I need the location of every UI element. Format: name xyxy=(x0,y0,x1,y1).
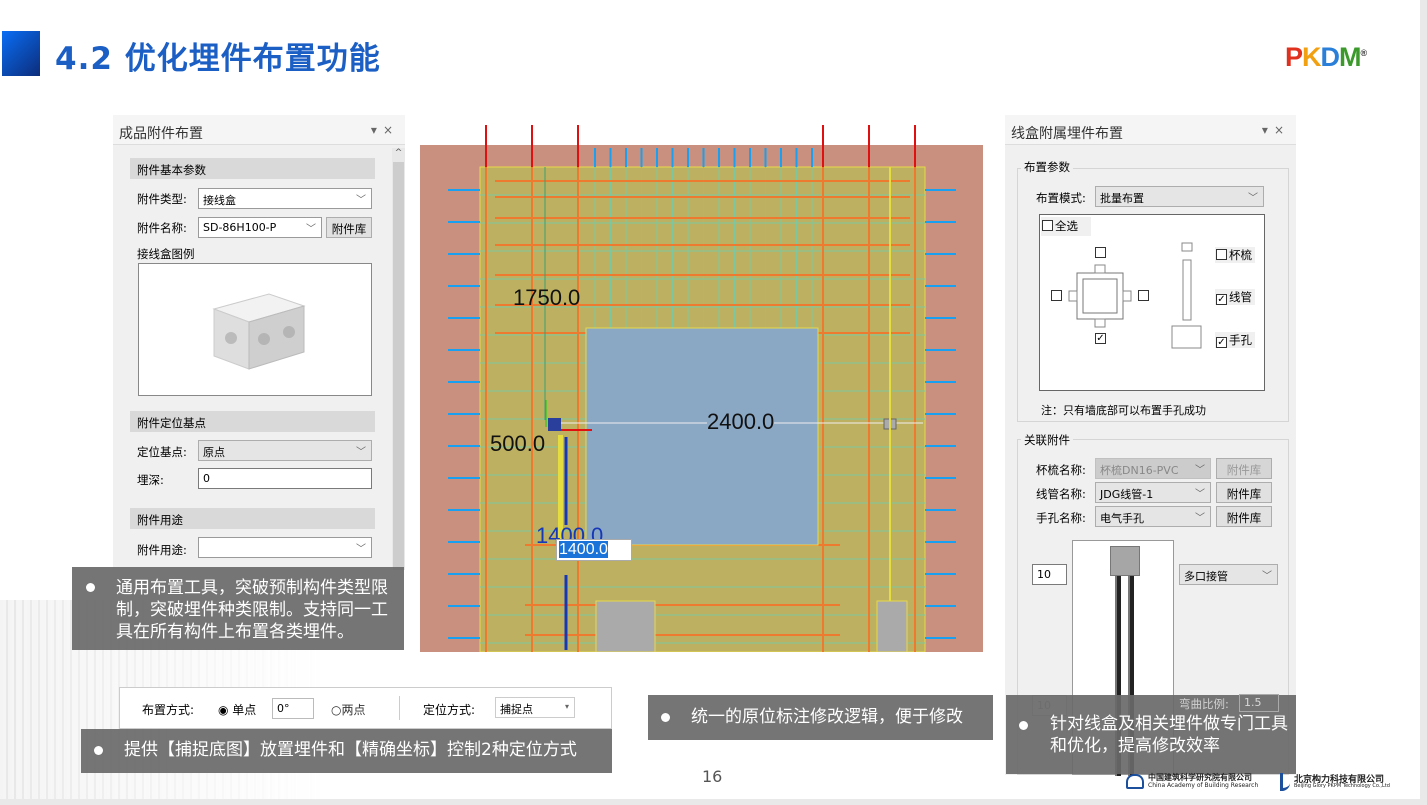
preview-label: 接线盒图例 xyxy=(137,247,195,261)
chevron-down-icon: ﹀ xyxy=(356,447,366,458)
chevron-down-icon: ﹀ xyxy=(306,224,316,235)
chevron-down-icon: ﹀ xyxy=(356,544,366,555)
callout-left: 通用布置工具，突破预制构件类型限制，突破埋件种类限制。支持同一工具在所有构件上布… xyxy=(72,567,404,650)
base-point-label: 定位基点: xyxy=(137,445,187,459)
locate-mode-select[interactable]: 捕捉点 ▾ xyxy=(495,697,575,718)
depth-input[interactable]: 0 xyxy=(198,468,372,489)
dim-left-label[interactable]: 500.0 xyxy=(490,431,545,457)
junction-box-preview xyxy=(138,263,372,396)
pkpm-logo: PKDM® xyxy=(1285,42,1367,72)
cabr-logo-icon xyxy=(1126,774,1144,789)
group-related-label: 关联附件 xyxy=(1021,432,1073,448)
side-check-left[interactable] xyxy=(1051,290,1062,301)
hand-hole xyxy=(876,600,908,653)
callout-bottom-left: 提供【捕捉底图】放置埋件和【精确坐标】控制2种定位方式 xyxy=(81,729,612,773)
right-panel-box-attachments: 线盒附属埋件布置 ▾× 布置参数 布置模式: 批量布置 ﹀ 全选 ✓ 杯梳 ✓ 线管… xyxy=(1005,115,1296,776)
panel-header: 线盒附属埋件布置 ▾× xyxy=(1005,115,1296,145)
dim-horizontal-label[interactable]: 2400.0 xyxy=(707,409,775,435)
placement-diagram: 全选 ✓ 杯梳 ✓ 线管 ✓ 手孔 xyxy=(1039,214,1265,391)
junction-box-marker xyxy=(548,418,561,431)
side-check-right[interactable] xyxy=(1138,290,1149,301)
cad-viewport[interactable]: 1750.0 2400.0 500.0 1400.0 1400.0 xyxy=(420,115,983,653)
checkbox-checked-icon: ✓ xyxy=(1216,294,1227,305)
slide: 4.2 优化埋件布置功能 PKDM® 成品附件布置 ▾× ^ 附件基本参数 附件… xyxy=(0,0,1420,799)
two-point-radio[interactable]: ○两点 xyxy=(331,701,366,718)
single-point-radio[interactable]: ◉ 单点 xyxy=(218,701,256,718)
layout-toolbar: 布置方式: ◉ 单点 0° ○两点 定位方式: 捕捉点 ▾ xyxy=(119,687,612,729)
page-title: 4.2 优化埋件布置功能 xyxy=(55,41,381,77)
callout-center: 统一的原位标注修改逻辑，便于修改 xyxy=(648,695,993,740)
depth-label: 埋深: xyxy=(137,473,164,487)
pipe-mode-select[interactable]: 多口接管 ﹀ xyxy=(1179,564,1278,585)
bend-input[interactable]: 1.5 xyxy=(1239,694,1279,712)
toolbar-divider xyxy=(399,696,400,720)
panel-menu-icon[interactable]: ▾ xyxy=(1262,123,1274,137)
pipe-label: 线管名称: xyxy=(1036,487,1086,501)
chevron-down-icon: ﹀ xyxy=(356,195,366,206)
type-label: 附件类型: xyxy=(137,192,187,206)
layout-mode-label: 布置方式: xyxy=(142,703,195,717)
title-accent-square xyxy=(2,31,40,76)
note-text: 注：只有墙底部可以布置手孔成功 xyxy=(1041,404,1206,417)
panel-title: 线盒附属埋件布置 xyxy=(1011,126,1123,142)
bend-label: 弯曲比例: xyxy=(1179,697,1229,711)
page-number: 16 xyxy=(702,767,723,786)
name-select[interactable]: SD-86H100-P ﹀ xyxy=(198,217,322,238)
base-point-select[interactable]: 原点 ﹀ xyxy=(198,440,372,461)
chevron-down-icon: ﹀ xyxy=(1248,193,1258,204)
window-opening xyxy=(585,327,819,546)
hole-select[interactable]: 电气手孔 ﹀ xyxy=(1095,506,1211,527)
usage-select[interactable]: ﹀ xyxy=(198,537,372,558)
dim-vertical-label[interactable]: 1750.0 xyxy=(513,285,580,311)
side-check-bottom[interactable]: ✓ xyxy=(1095,333,1106,344)
scrollbar[interactable]: ^ xyxy=(392,148,405,570)
side-check-top[interactable] xyxy=(1095,247,1106,258)
cad-drawing[interactable] xyxy=(420,115,983,653)
panel-header: 成品附件布置 ▾× xyxy=(113,115,405,145)
junction-box-image xyxy=(212,293,306,370)
locate-mode-label: 定位方式: xyxy=(423,703,476,717)
checkbox-checked-icon: ✓ xyxy=(1216,337,1227,348)
option-hole[interactable]: ✓ 手孔 xyxy=(1215,332,1255,348)
pipe-select[interactable]: JDG线管-1 ﹀ xyxy=(1095,482,1211,503)
offset-input[interactable]: 10 xyxy=(1032,564,1067,585)
name-label: 附件名称: xyxy=(137,221,187,235)
panel-title: 成品附件布置 xyxy=(119,126,203,142)
hole-label: 手孔名称: xyxy=(1036,511,1086,525)
panel-menu-icon[interactable]: ▾ xyxy=(371,123,383,137)
angle-input[interactable]: 0° xyxy=(272,698,314,719)
comb-library-button[interactable]: 附件库 xyxy=(1216,458,1272,479)
pipe-library-button[interactable]: 附件库 xyxy=(1216,482,1272,503)
section-usage: 附件用途 xyxy=(130,508,375,529)
hole-library-button[interactable]: 附件库 xyxy=(1216,506,1272,527)
dim-edit-input[interactable]: 1400.0 xyxy=(556,539,632,561)
dropdown-arrow-icon: ▾ xyxy=(564,702,569,711)
close-icon[interactable]: × xyxy=(1274,123,1290,137)
close-icon[interactable]: × xyxy=(383,123,399,137)
left-panel-attachment-layout: 成品附件布置 ▾× ^ 附件基本参数 附件类型: 接线盒 ﹀ 附件名称: SD-8… xyxy=(113,115,405,570)
mode-label: 布置模式: xyxy=(1036,191,1086,205)
section-basic-params: 附件基本参数 xyxy=(130,158,375,179)
section-base-point: 附件定位基点 xyxy=(130,411,375,432)
group-layout-label: 布置参数 xyxy=(1021,159,1073,175)
comb-select[interactable]: 杯梳DN16-PVC ﹀ xyxy=(1095,458,1211,479)
hand-hole xyxy=(595,600,656,653)
library-button[interactable]: 附件库 xyxy=(326,217,372,238)
comb-label: 杯梳名称: xyxy=(1036,463,1086,477)
checkbox-icon xyxy=(1216,249,1227,260)
usage-label: 附件用途: xyxy=(137,543,187,557)
type-select[interactable]: 接线盒 ﹀ xyxy=(198,188,372,209)
option-comb[interactable]: 杯梳 xyxy=(1215,247,1255,263)
mode-select[interactable]: 批量布置 ﹀ xyxy=(1095,186,1264,207)
pkpm-company-logo-icon xyxy=(1280,773,1290,791)
option-pipe[interactable]: ✓ 线管 xyxy=(1215,289,1255,305)
